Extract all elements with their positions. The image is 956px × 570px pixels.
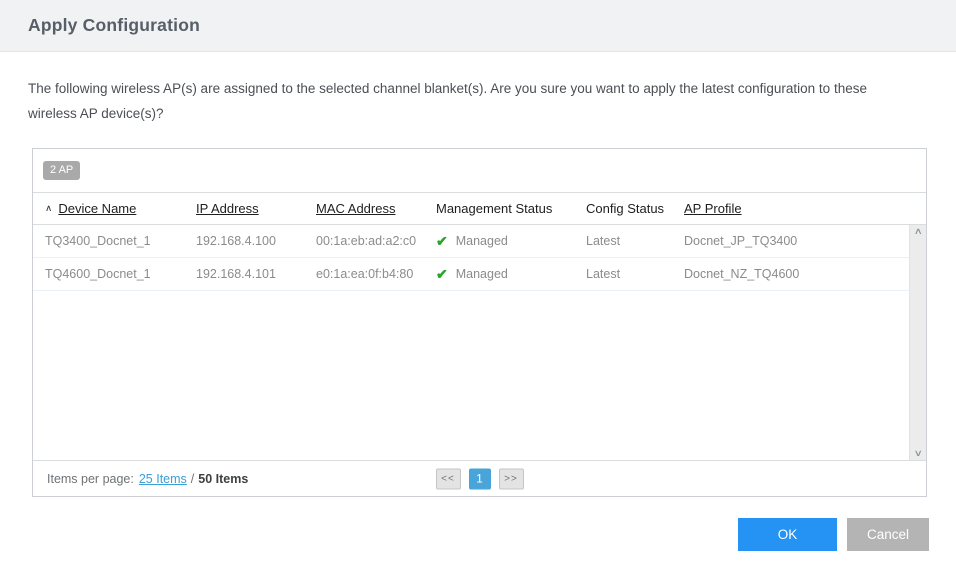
cell-config-status: Latest: [586, 234, 621, 248]
page-title: Apply Configuration: [28, 15, 200, 35]
cell-device-name: TQ4600_Docnet_1: [45, 267, 151, 281]
pagination-separator: /: [190, 471, 195, 486]
table-row[interactable]: TQ4600_Docnet_1 192.168.4.101 e0:1a:ea:0…: [33, 258, 909, 291]
management-status-text: Managed: [455, 267, 508, 281]
column-header-label[interactable]: AP Profile: [684, 201, 742, 216]
sort-asc-icon: ∧: [45, 203, 53, 214]
management-status-text: Managed: [455, 234, 508, 248]
scroll-up-icon[interactable]: ∧: [913, 227, 922, 236]
column-header-config-status: Config Status: [586, 201, 684, 216]
column-header-label[interactable]: IP Address: [196, 201, 259, 216]
table-row[interactable]: TQ3400_Docnet_1 192.168.4.100 00:1a:eb:a…: [33, 225, 909, 258]
column-header-ip-address[interactable]: IP Address: [196, 201, 316, 216]
confirmation-message: The following wireless AP(s) are assigne…: [28, 81, 867, 121]
column-header-label: Config Status: [586, 201, 665, 216]
cell-mac-address: 00:1a:eb:ad:a2:c0: [316, 234, 417, 248]
column-header-management-status: Management Status: [436, 201, 586, 216]
pager: << 1 >>: [435, 468, 524, 489]
table-body: TQ3400_Docnet_1 192.168.4.100 00:1a:eb:a…: [33, 225, 926, 460]
cancel-button[interactable]: Cancel: [847, 518, 929, 551]
cell-mac-address: e0:1a:ea:0f:b4:80: [316, 267, 414, 281]
column-header-device-name[interactable]: ∧ Device Name: [33, 201, 196, 216]
cell-management-status: ✔ Managed: [436, 234, 586, 248]
ap-count-badge: 2 AP: [43, 161, 81, 180]
items-per-page-link[interactable]: 25 Items: [139, 472, 187, 486]
cell-management-status: ✔ Managed: [436, 267, 586, 281]
prev-page-button[interactable]: <<: [435, 468, 461, 489]
cell-config-status: Latest: [586, 267, 621, 281]
next-page-button[interactable]: >>: [498, 468, 524, 489]
column-header-ap-profile[interactable]: AP Profile: [684, 201, 926, 216]
cell-device-name: TQ3400_Docnet_1: [45, 234, 151, 248]
table-rows: TQ3400_Docnet_1 192.168.4.100 00:1a:eb:a…: [33, 225, 909, 291]
current-page-button[interactable]: 1: [468, 468, 491, 489]
column-header-mac-address[interactable]: MAC Address: [316, 201, 436, 216]
cell-ap-profile: Docnet_JP_TQ3400: [684, 234, 798, 248]
table-header-row: ∧ Device Name IP Address MAC Address Man…: [33, 193, 926, 225]
column-header-label: Management Status: [436, 201, 553, 216]
managed-check-icon: ✔: [436, 266, 448, 282]
cell-ip-address: 192.168.4.100: [196, 234, 276, 248]
cell-ip-address: 192.168.4.101: [196, 267, 276, 281]
table-toolbar: 2 AP: [33, 149, 926, 193]
ok-button[interactable]: OK: [738, 518, 837, 551]
items-per-page-label: Items per page:: [47, 471, 134, 486]
pagination-bar: Items per page: 25 Items / 50 Items << 1…: [33, 460, 926, 496]
scroll-down-icon[interactable]: ∨: [913, 449, 922, 458]
column-header-label[interactable]: MAC Address: [316, 201, 395, 216]
column-header-label[interactable]: Device Name: [58, 201, 136, 216]
managed-check-icon: ✔: [436, 233, 448, 249]
total-items-label: 50 Items: [198, 471, 249, 486]
vertical-scrollbar[interactable]: ∧ ∨: [909, 225, 926, 460]
dialog-actions: OK Cancel: [738, 518, 929, 551]
dialog-title-bar: Apply Configuration: [0, 0, 956, 52]
cell-ap-profile: Docnet_NZ_TQ4600: [684, 267, 800, 281]
ap-table-panel: 2 AP ∧ Device Name IP Address MAC Addres…: [32, 148, 927, 497]
